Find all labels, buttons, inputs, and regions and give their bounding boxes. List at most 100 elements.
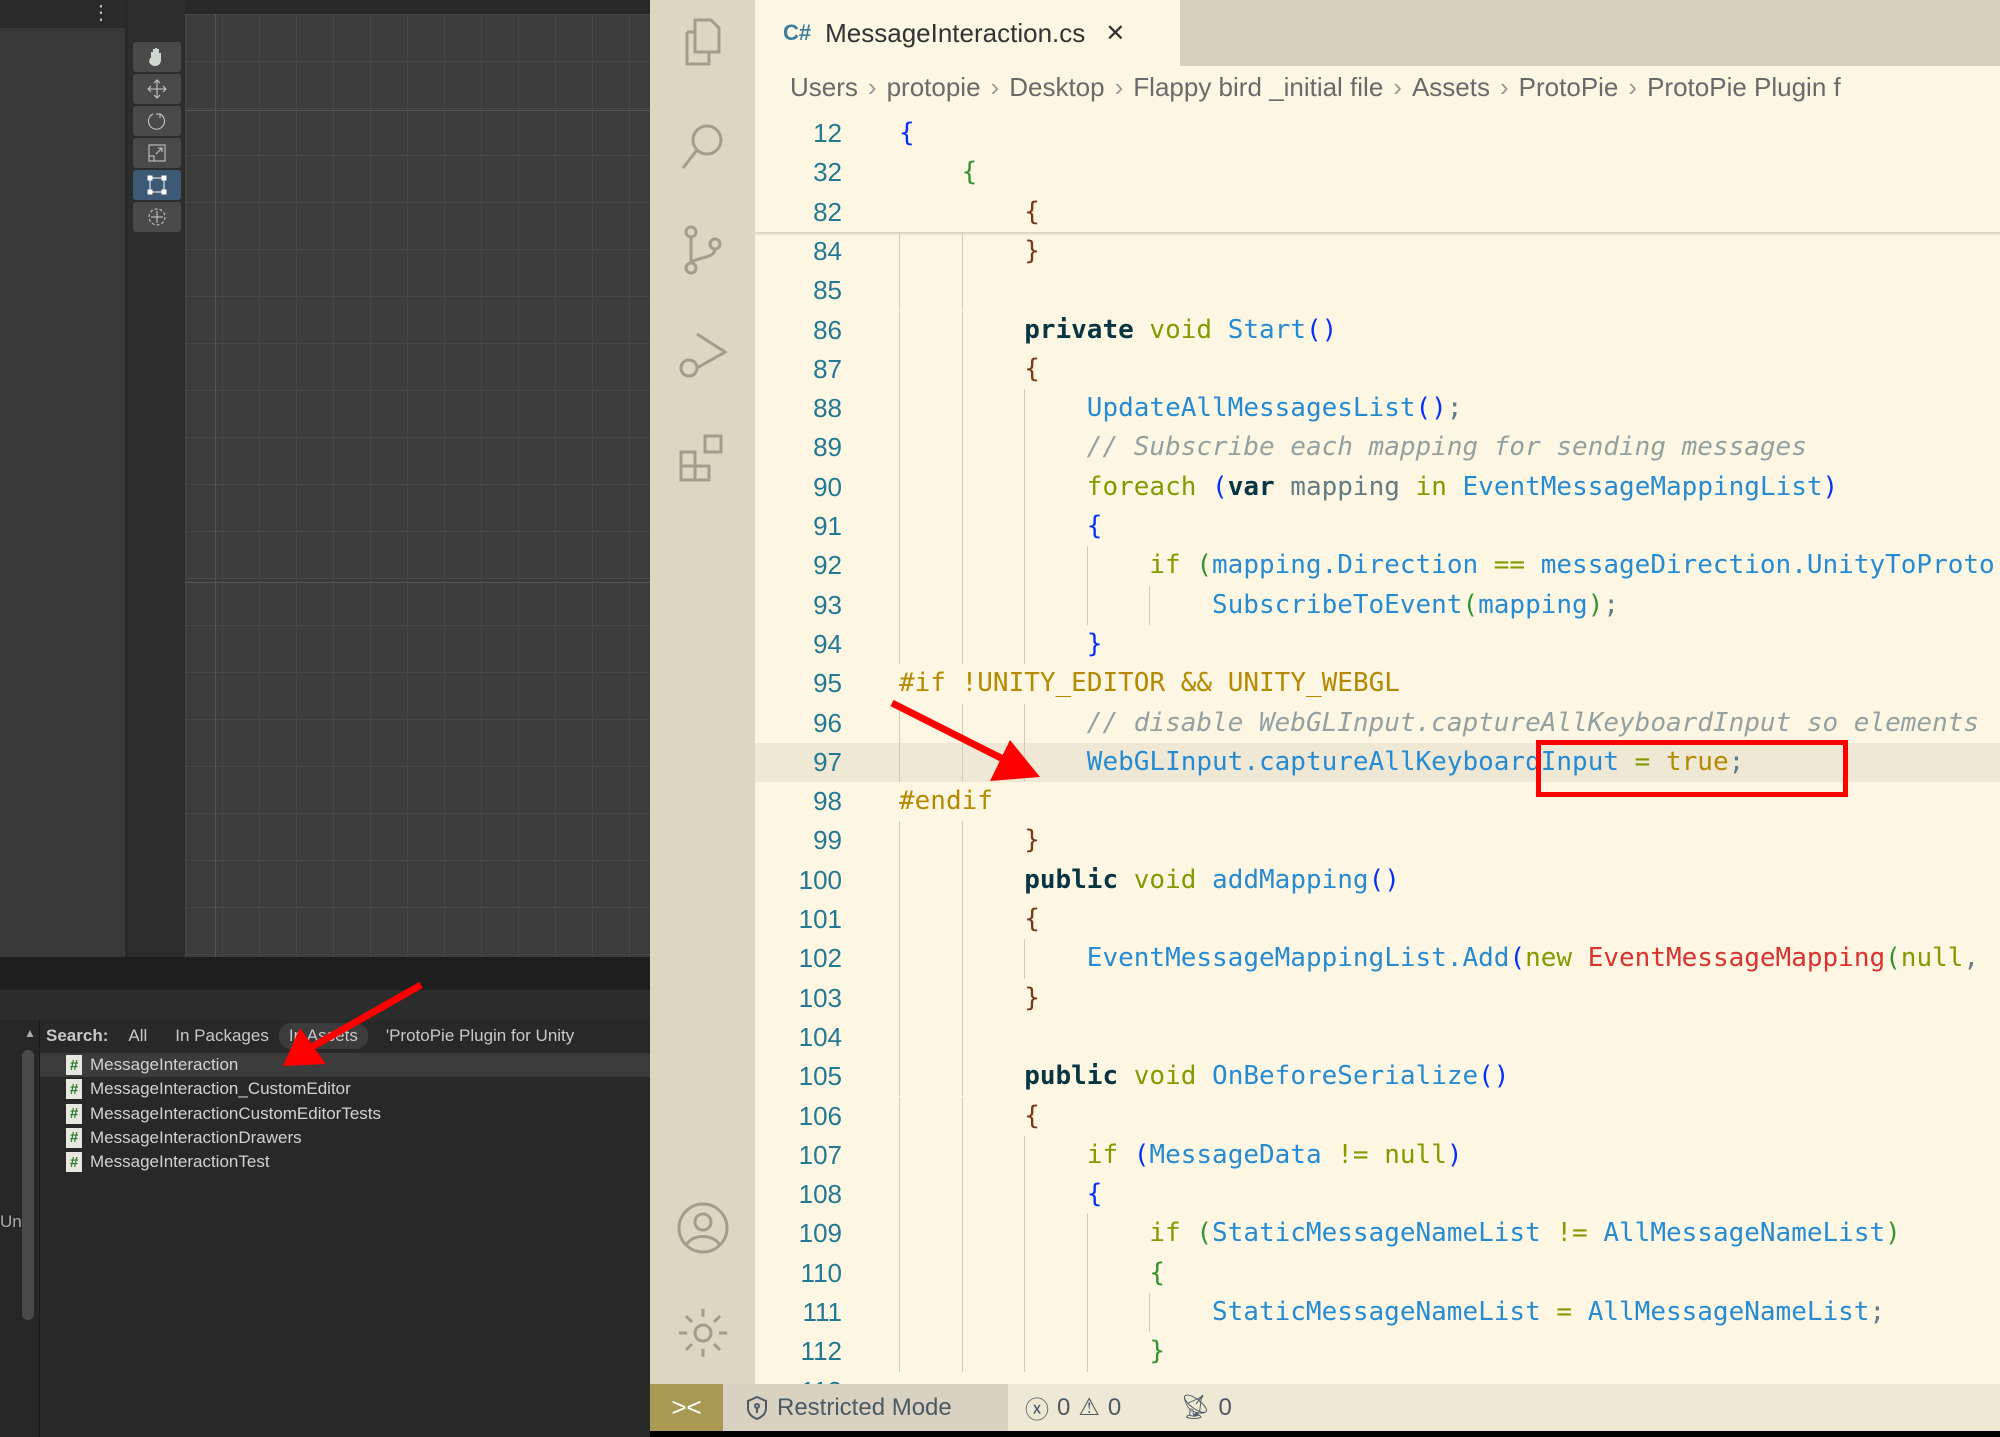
code-line[interactable]: 94} bbox=[755, 624, 2000, 665]
project-result-item[interactable]: # MessageInteraction_CustomEditor bbox=[40, 1077, 650, 1101]
breadcrumb-item[interactable]: Users bbox=[790, 72, 858, 102]
code-line[interactable]: 99} bbox=[755, 821, 2000, 861]
code-token: UpdateAllMessagesList bbox=[1086, 393, 1416, 424]
account-icon[interactable] bbox=[675, 1200, 731, 1256]
code-line[interactable]: 85 bbox=[755, 271, 2000, 311]
indent-guide bbox=[899, 978, 900, 1018]
code-line[interactable]: 91 { bbox=[755, 507, 2000, 547]
code-line[interactable]: 103} bbox=[755, 978, 2000, 1018]
remote-icon[interactable]: >< bbox=[650, 1384, 723, 1431]
code-line[interactable]: 92 if (mapping.Direction == messageDirect… bbox=[755, 546, 2000, 586]
code-token: ; bbox=[1603, 589, 1619, 620]
more-vertical-icon[interactable]: ⋮ bbox=[0, 0, 125, 28]
code-line[interactable]: 88 UpdateAllMessagesList(); bbox=[755, 389, 2000, 429]
indent-guide bbox=[899, 1175, 900, 1215]
settings-gear-icon[interactable] bbox=[675, 1305, 731, 1361]
move-icon[interactable] bbox=[133, 74, 181, 104]
code-text: { bbox=[1024, 900, 1040, 939]
indent-guide bbox=[899, 1017, 900, 1058]
code-line[interactable]: 110 { bbox=[755, 1253, 2000, 1293]
code-token: var bbox=[1227, 471, 1275, 502]
restricted-mode-button[interactable]: Restricted Mode bbox=[723, 1384, 1008, 1431]
project-result-item[interactable]: # MessageInteractionCustomEditorTests bbox=[40, 1102, 650, 1126]
code-line[interactable]: 109 if (StaticMessageNameList != AllMessa… bbox=[755, 1214, 2000, 1254]
breadcrumb-item[interactable]: Desktop bbox=[1009, 72, 1104, 102]
project-result-item[interactable]: # MessageInteractionTest bbox=[40, 1150, 650, 1174]
code-token: // disable WebGLInput.captureAllKeyboard… bbox=[1086, 707, 1980, 738]
code-line[interactable]: 96 // disable WebGLInput.captureAllKeyboa… bbox=[755, 703, 2000, 743]
code-line[interactable]: 86 private void Start() bbox=[755, 310, 2000, 350]
scope-in-packages[interactable]: In Packages bbox=[165, 1023, 279, 1049]
code-token: StaticMessageNameList bbox=[1212, 1297, 1541, 1327]
code-token: { bbox=[1086, 511, 1103, 541]
code-line[interactable]: 106 { bbox=[755, 1096, 2000, 1136]
code-line[interactable]: 112} bbox=[755, 1332, 2000, 1372]
tab-message-interaction[interactable]: C# MessageInteraction.cs ✕ bbox=[755, 0, 1180, 66]
indent-guide bbox=[899, 1135, 900, 1176]
scene-toolbar bbox=[128, 0, 185, 957]
code-line[interactable]: 105 public void OnBeforeSerialize() bbox=[755, 1057, 2000, 1097]
code-line[interactable]: 100 public void addMapping() bbox=[755, 860, 2000, 900]
hand-icon[interactable] bbox=[133, 42, 181, 72]
code-token: ) bbox=[1822, 471, 1839, 502]
transform-icon[interactable] bbox=[133, 202, 181, 232]
error-icon: ⓧ bbox=[1025, 1397, 1049, 1424]
extensions-icon[interactable] bbox=[675, 430, 731, 486]
run-debug-icon[interactable] bbox=[675, 326, 731, 382]
code-token: if bbox=[1149, 1218, 1181, 1249]
problems-button[interactable]: ⓧ 0 ⚠ 0 bbox=[1025, 1384, 1121, 1431]
indent-guide bbox=[899, 546, 900, 586]
code-line[interactable]: 95 #if !UNITY_EDITOR && UNITY_WEBGL bbox=[755, 664, 2000, 703]
project-result-item[interactable]: # MessageInteraction bbox=[40, 1053, 650, 1077]
scope-folder[interactable]: 'ProtoPie Plugin for Unity bbox=[376, 1023, 584, 1049]
code-line[interactable]: 108 { bbox=[755, 1175, 2000, 1215]
code-line[interactable]: 12 { bbox=[755, 114, 2000, 154]
code-line[interactable]: 111 StaticMessageNameList = AllMessageNam… bbox=[755, 1293, 2000, 1333]
code-line[interactable]: 104 bbox=[755, 1017, 2000, 1058]
code-line[interactable]: 107 if (MessageData != null) bbox=[755, 1135, 2000, 1176]
line-number: 88 bbox=[813, 393, 842, 424]
code-line[interactable]: 32 { bbox=[755, 153, 2000, 193]
breadcrumb-item[interactable]: ProtoPie Plugin f bbox=[1647, 72, 1841, 102]
rotate-icon[interactable] bbox=[133, 106, 181, 136]
code-text: { bbox=[899, 114, 915, 153]
scrollbar[interactable] bbox=[22, 1050, 34, 1320]
breadcrumb-item[interactable]: Flappy bird _initial file bbox=[1133, 72, 1383, 102]
indent-guide bbox=[899, 310, 900, 350]
scale-icon[interactable] bbox=[133, 138, 181, 168]
code-line[interactable]: 101 { bbox=[755, 900, 2000, 940]
code-text: private void Start() bbox=[1024, 311, 1337, 350]
code-line[interactable]: 90 foreach (var mapping in EventMessageMa… bbox=[755, 467, 2000, 507]
code-token: void bbox=[1133, 1061, 1197, 1092]
code-line[interactable]: 89 // Subscribe each mapping for sending … bbox=[755, 428, 2000, 468]
code-line[interactable]: 93 SubscribeToEvent(mapping); bbox=[755, 585, 2000, 625]
chevron-right-icon: › bbox=[1114, 72, 1124, 102]
line-number: 32 bbox=[813, 157, 842, 188]
line-number: 110 bbox=[800, 1257, 842, 1288]
breadcrumb-item[interactable]: protopie bbox=[887, 72, 981, 102]
rect-tool-icon[interactable] bbox=[133, 170, 181, 200]
close-icon[interactable]: ✕ bbox=[1105, 19, 1125, 48]
ports-button[interactable]: 📡︎ 0 bbox=[1180, 1384, 1232, 1431]
scope-all[interactable]: All bbox=[118, 1023, 157, 1049]
source-control-icon[interactable] bbox=[675, 222, 731, 278]
breadcrumb-item[interactable]: Assets bbox=[1412, 72, 1490, 102]
code-token: () bbox=[1478, 1061, 1510, 1092]
files-icon[interactable] bbox=[675, 14, 731, 70]
code-line[interactable]: 102 EventMessageMappingList.Add(new Event… bbox=[755, 939, 2000, 979]
breadcrumb-item[interactable]: ProtoPie bbox=[1519, 72, 1619, 102]
project-result-item[interactable]: # MessageInteractionDrawers bbox=[40, 1126, 650, 1150]
code-line[interactable]: 113 bbox=[755, 1372, 2000, 1384]
code-line[interactable]: 82 { bbox=[755, 192, 2000, 232]
scroll-up-icon[interactable]: ▲ bbox=[24, 1026, 36, 1040]
code-text: } bbox=[1024, 979, 1040, 1018]
code-line[interactable]: 87 { bbox=[755, 349, 2000, 390]
line-number: 86 bbox=[813, 314, 842, 345]
indent-guide bbox=[899, 349, 900, 390]
search-icon[interactable] bbox=[675, 118, 731, 174]
scene-view[interactable] bbox=[185, 14, 650, 957]
code-line[interactable]: 84} bbox=[755, 231, 2000, 272]
indent-guide bbox=[1024, 1293, 1026, 1333]
scope-in-assets[interactable]: In Assets bbox=[278, 1023, 368, 1049]
